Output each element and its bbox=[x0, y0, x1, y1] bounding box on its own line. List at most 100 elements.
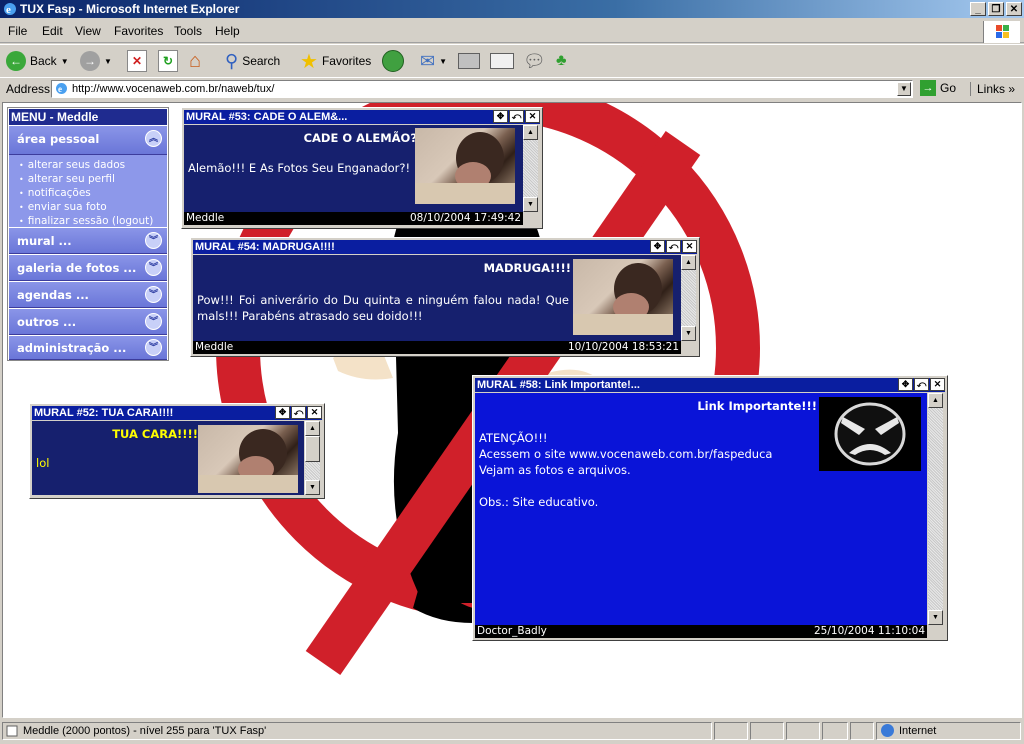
messenger-button[interactable]: ♣ bbox=[556, 49, 567, 73]
edit-button[interactable] bbox=[490, 49, 514, 73]
menu-tools[interactable]: Tools bbox=[174, 24, 202, 38]
move-icon[interactable]: ✥ bbox=[275, 406, 290, 419]
scroll-up-icon[interactable]: ▲ bbox=[305, 421, 320, 436]
menu-link-logout[interactable]: finalizar sessão (logout) bbox=[19, 215, 154, 227]
menu-section-outros[interactable]: outros ... ︾ bbox=[9, 309, 167, 335]
search-button[interactable]: ⚲ Search bbox=[225, 49, 280, 73]
forward-dropdown-icon[interactable]: ▼ bbox=[104, 57, 112, 66]
chevron-down-icon[interactable]: ︾ bbox=[145, 313, 162, 330]
back-button[interactable]: ← Back ▼ bbox=[6, 49, 69, 73]
scroll-down-icon[interactable]: ▼ bbox=[523, 197, 538, 212]
refresh-icon: ↻ bbox=[158, 50, 178, 72]
back-label: Back bbox=[30, 54, 57, 68]
chevron-down-icon[interactable]: ︾ bbox=[145, 259, 162, 276]
restore-icon[interactable]: ⤺ bbox=[291, 406, 306, 419]
restore-icon[interactable]: ⤺ bbox=[666, 240, 681, 253]
mural-window-58[interactable]: MURAL #58: Link Importante!... ✥ ⤺ ✕ Lin… bbox=[472, 375, 948, 641]
favorites-label: Favorites bbox=[321, 54, 372, 68]
forward-arrow-icon: → bbox=[80, 51, 100, 71]
mural-scrollbar[interactable]: ▲ ▼ bbox=[681, 255, 696, 341]
mural-scrollbar[interactable]: ▲ ▼ bbox=[305, 421, 320, 495]
scroll-down-icon[interactable]: ▼ bbox=[928, 610, 943, 625]
menu-section-area-pessoal[interactable]: área pessoal ︽ bbox=[9, 126, 167, 155]
messenger-icon: ♣ bbox=[556, 52, 567, 69]
address-input[interactable]: e http://www.vocenaweb.com.br/naweb/tux/… bbox=[51, 80, 913, 98]
mural-header[interactable]: MURAL #54: MADRUGA!!!! ✥ ⤺ ✕ bbox=[193, 240, 697, 254]
scroll-up-icon[interactable]: ▲ bbox=[681, 255, 696, 270]
menu-section-agendas[interactable]: agendas ... ︾ bbox=[9, 282, 167, 308]
links-button[interactable]: Links » bbox=[970, 82, 1015, 96]
chevron-down-icon[interactable]: ︾ bbox=[145, 232, 162, 249]
stop-button[interactable]: ✕ bbox=[127, 49, 147, 73]
mural-body: MADRUGA!!!! Pow!!! Foi aniverário do Du … bbox=[193, 255, 681, 341]
scroll-down-icon[interactable]: ▼ bbox=[681, 326, 696, 341]
mural-window-54[interactable]: MURAL #54: MADRUGA!!!! ✥ ⤺ ✕ MADRUGA!!!!… bbox=[190, 237, 700, 357]
mural-line: ATENÇÃO!!! bbox=[479, 431, 548, 445]
close-button[interactable]: ✕ bbox=[1006, 2, 1022, 16]
mural-header[interactable]: MURAL #58: Link Importante!... ✥ ⤺ ✕ bbox=[475, 378, 945, 392]
menu-section-administracao[interactable]: administração ... ︾ bbox=[9, 336, 167, 360]
menu-link-alterar-dados[interactable]: alterar seus dados bbox=[19, 159, 125, 171]
mural-footer: Meddle 08/10/2004 17:49:42 bbox=[184, 212, 523, 225]
mail-dropdown-icon[interactable]: ▼ bbox=[439, 57, 447, 66]
close-icon[interactable]: ✕ bbox=[682, 240, 697, 253]
home-icon: ⌂ bbox=[189, 49, 202, 72]
mural-header[interactable]: MURAL #53: CADE O ALEM&... ✥ ⤺ ✕ bbox=[184, 110, 540, 124]
move-icon[interactable]: ✥ bbox=[493, 110, 508, 123]
close-icon[interactable]: ✕ bbox=[307, 406, 322, 419]
menu-edit[interactable]: Edit bbox=[42, 24, 63, 38]
mural-footer: Meddle 10/10/2004 18:53:21 bbox=[193, 341, 681, 354]
mural-scrollbar[interactable]: ▲ ▼ bbox=[523, 125, 538, 212]
menu-section-mural[interactable]: mural ... ︾ bbox=[9, 228, 167, 254]
refresh-button[interactable]: ↻ bbox=[158, 49, 178, 73]
move-icon[interactable]: ✥ bbox=[650, 240, 665, 253]
mural-header-title: MURAL #52: TUA CARA!!!! bbox=[34, 407, 174, 419]
menu-section-galeria[interactable]: galeria de fotos ... ︾ bbox=[9, 255, 167, 281]
move-icon[interactable]: ✥ bbox=[898, 378, 913, 391]
print-button[interactable] bbox=[458, 49, 480, 73]
menu-file[interactable]: File bbox=[8, 24, 27, 38]
mural-text: Pow!!! Foi aniverário do Du quinta e nin… bbox=[197, 293, 569, 323]
close-icon[interactable]: ✕ bbox=[930, 378, 945, 391]
menu-link-enviar-foto[interactable]: enviar sua foto bbox=[19, 201, 107, 213]
go-arrow-icon: → bbox=[920, 80, 936, 96]
scroll-up-icon[interactable]: ▲ bbox=[523, 125, 538, 140]
forward-button[interactable]: → ▼ bbox=[80, 49, 112, 73]
mural-date: 10/10/2004 18:53:21 bbox=[567, 341, 679, 353]
mural-scrollbar[interactable]: ▲ ▼ bbox=[928, 393, 943, 625]
scroll-up-icon[interactable]: ▲ bbox=[928, 393, 943, 408]
restore-button[interactable]: ❐ bbox=[988, 2, 1004, 16]
mural-body: CADE O ALEMÃO? Alemão!!! E As Fotos Seu … bbox=[184, 125, 523, 212]
mural-header-title: MURAL #58: Link Importante!... bbox=[477, 379, 640, 391]
mural-window-52[interactable]: MURAL #52: TUA CARA!!!! ✥ ⤺ ✕ TUA CARA!!… bbox=[29, 403, 325, 499]
mail-button[interactable]: ✉ ▼ bbox=[420, 49, 447, 73]
mural-window-53[interactable]: MURAL #53: CADE O ALEM&... ✥ ⤺ ✕ CADE O … bbox=[181, 107, 543, 229]
ie-logo-icon: e bbox=[4, 3, 16, 16]
chevron-down-icon[interactable]: ︾ bbox=[145, 286, 162, 303]
chevron-down-icon[interactable]: ︾ bbox=[145, 339, 162, 356]
minimize-button[interactable]: _ bbox=[970, 2, 986, 16]
home-button[interactable]: ⌂ bbox=[189, 49, 201, 73]
menu-link-notificacoes[interactable]: notificações bbox=[19, 187, 91, 199]
scroll-down-icon[interactable]: ▼ bbox=[305, 480, 320, 495]
menu-link-alterar-perfil[interactable]: alterar seu perfil bbox=[19, 173, 115, 185]
scroll-thumb[interactable] bbox=[305, 436, 320, 462]
menu-title: MENU - Meddle bbox=[9, 109, 167, 125]
restore-icon[interactable]: ⤺ bbox=[914, 378, 929, 391]
mural-title: Link Importante!!! bbox=[697, 399, 817, 413]
chevron-up-icon[interactable]: ︽ bbox=[145, 130, 162, 147]
menu-favorites[interactable]: Favorites bbox=[114, 24, 163, 38]
menu-view[interactable]: View bbox=[75, 24, 101, 38]
favorites-button[interactable]: ★ Favorites bbox=[300, 49, 371, 73]
history-button[interactable] bbox=[382, 49, 404, 73]
address-dropdown-icon[interactable]: ▼ bbox=[897, 82, 911, 96]
mural-header[interactable]: MURAL #52: TUA CARA!!!! ✥ ⤺ ✕ bbox=[32, 406, 322, 420]
back-dropdown-icon[interactable]: ▼ bbox=[61, 57, 69, 66]
discuss-button[interactable]: 💬︎ bbox=[523, 49, 546, 73]
restore-icon[interactable]: ⤺ bbox=[509, 110, 524, 123]
menu-help[interactable]: Help bbox=[215, 24, 240, 38]
close-icon[interactable]: ✕ bbox=[525, 110, 540, 123]
go-button[interactable]: → Go bbox=[920, 80, 956, 96]
sidebar-menu: MENU - Meddle área pessoal ︽ alterar seu… bbox=[7, 107, 169, 361]
mural-photo bbox=[415, 128, 515, 204]
